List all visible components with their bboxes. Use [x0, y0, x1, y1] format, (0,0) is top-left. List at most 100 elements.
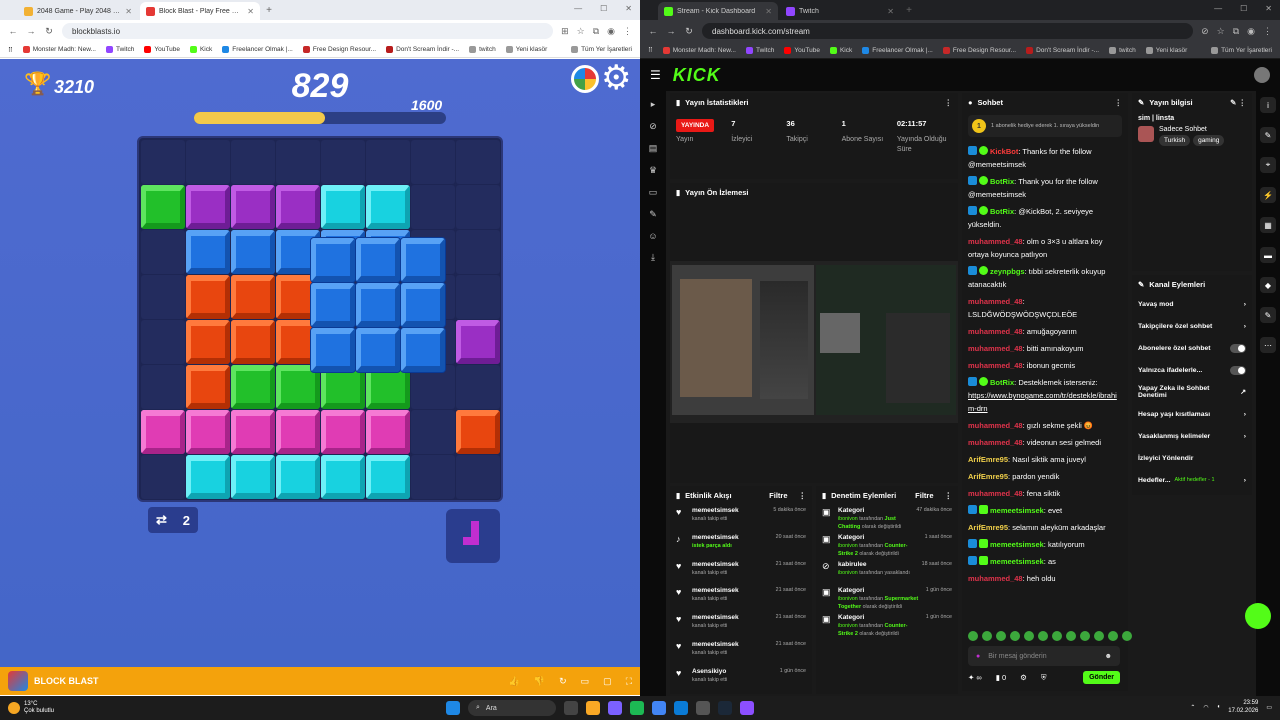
chat-message[interactable]: memeetsimsek: katılıyorum: [968, 538, 1122, 551]
volume-icon[interactable]: ◖: [1217, 704, 1221, 710]
bookmark[interactable]: Monster Madh: New...: [662, 46, 736, 54]
channel-action-item[interactable]: Hesap yaşı kısıtlaması ›: [1132, 403, 1252, 425]
chat-message[interactable]: ArifEmre95: selamın aleyküm arkadaşlar: [968, 521, 1122, 534]
bookmark-folder[interactable]: Yeni klasör: [1145, 46, 1187, 54]
bookmark-folder[interactable]: Yeni klasör: [505, 46, 547, 53]
chat-message[interactable]: muhammed_48: gızlı sekme şekli 😡: [968, 419, 1122, 432]
clipboard-icon[interactable]: ▦: [1260, 217, 1276, 233]
app-icon[interactable]: [696, 701, 710, 715]
chat-message[interactable]: ArifEmre95: pardon yendik: [968, 470, 1122, 483]
channel-action-item[interactable]: Yasaklanmış kelimeler ›: [1132, 425, 1252, 447]
moderation-item[interactable]: ▣ Kategori ibonivon tarafından Counter-Str…: [816, 611, 958, 638]
balance[interactable]: ▮ 0: [996, 673, 1006, 682]
forward-icon[interactable]: →: [26, 26, 36, 36]
link-icon[interactable]: ⊘: [649, 121, 657, 132]
back-icon[interactable]: ←: [648, 26, 658, 36]
more-options-icon[interactable]: ⋮: [945, 491, 953, 500]
kick-logo[interactable]: KICK: [673, 65, 721, 86]
activity-item[interactable]: ♪ memeetsimsek istek parça aldı 20 saat önc…: [670, 531, 812, 558]
emote-icon[interactable]: [1024, 631, 1034, 641]
channel-action-item[interactable]: Takipçilere özel sohbet ›: [1132, 315, 1252, 337]
bookmark[interactable]: Free Design Resour...: [942, 46, 1016, 54]
wallet-icon[interactable]: ▭: [649, 187, 658, 198]
emote-icon[interactable]: [1108, 631, 1118, 641]
chat-username[interactable]: zeynpbgs: [990, 267, 1025, 276]
emote-row[interactable]: [968, 631, 1132, 641]
chat-message[interactable]: KickBot: Thanks for the follow @memeetsi…: [968, 145, 1122, 171]
moderator-icon[interactable]: ⛨: [1041, 673, 1047, 683]
theater-icon[interactable]: ▢: [603, 676, 612, 687]
steam-icon[interactable]: [718, 701, 732, 715]
chat-username[interactable]: ArifEmre95: [968, 455, 1008, 464]
users-icon[interactable]: ☺: [648, 231, 657, 241]
minimize-icon[interactable]: —: [574, 4, 582, 13]
tab-twitch[interactable]: Twitch ✕: [780, 2, 900, 20]
emote-icon[interactable]: [996, 631, 1006, 641]
more-icon[interactable]: ⋯: [1260, 337, 1276, 353]
clock[interactable]: 23:59 17.02.2026: [1228, 699, 1258, 715]
close-tab-icon[interactable]: ✕: [765, 7, 772, 16]
filter-button[interactable]: Filtre: [769, 491, 787, 500]
teams-icon[interactable]: [608, 701, 622, 715]
chat-username[interactable]: BotRix: [990, 177, 1014, 186]
reload-icon[interactable]: ↻: [44, 26, 54, 37]
menu-icon[interactable]: ⋮: [623, 26, 632, 37]
taskbar-search[interactable]: ⌕ Ara: [468, 700, 556, 716]
emote-icon[interactable]: [1066, 631, 1076, 641]
activity-item[interactable]: ♥ memeetsimsek kanalı takip etti 21 saat ön…: [670, 638, 812, 665]
chat-username[interactable]: ArifEmre95: [968, 523, 1008, 532]
all-bookmarks[interactable]: Tüm Yer İşaretleri: [571, 46, 632, 53]
chat-username[interactable]: muhammed_48: [968, 421, 1023, 430]
channel-action-item[interactable]: Abonelere özel sohbet: [1132, 337, 1252, 359]
tab-kick-dashboard[interactable]: Stream - Kick Dashboard ✕: [658, 2, 778, 20]
back-icon[interactable]: ←: [8, 26, 18, 36]
url-field[interactable]: blockblasts.io: [62, 23, 554, 39]
channel-action-item[interactable]: Yavaş mod ›: [1132, 293, 1252, 315]
close-window-icon[interactable]: ✕: [1265, 4, 1272, 13]
more-options-icon[interactable]: ⋮: [1115, 98, 1123, 107]
wifi-icon[interactable]: ◠: [1203, 704, 1208, 711]
emote-icon[interactable]: [1038, 631, 1048, 641]
bookmark[interactable]: Freelancer Olmak |...: [222, 46, 293, 53]
toggle-switch[interactable]: [1230, 343, 1246, 353]
chat-username[interactable]: BotRix: [990, 207, 1014, 216]
maximize-icon[interactable]: ☐: [1240, 4, 1247, 13]
weather-widget[interactable]: 13°C Çok bulutlu: [0, 701, 300, 715]
start-icon[interactable]: [446, 701, 460, 715]
chrome-icon[interactable]: [652, 701, 666, 715]
apps-icon[interactable]: ⠿: [648, 46, 653, 54]
spotify-icon[interactable]: [630, 701, 644, 715]
analytics-icon[interactable]: ▤: [649, 143, 658, 154]
chat-username[interactable]: muhammed_48: [968, 344, 1023, 353]
menu-icon[interactable]: ⋮: [1263, 26, 1272, 37]
chat-message[interactable]: ArifEmre95: Nasıl siktik ama juveyl: [968, 453, 1122, 466]
emote-icon[interactable]: [1080, 631, 1090, 641]
edge-icon[interactable]: [674, 701, 688, 715]
shield-icon[interactable]: ◆: [1260, 277, 1276, 293]
chat-username[interactable]: muhammed_48: [968, 489, 1023, 498]
moderation-item[interactable]: ⊘ kabirulee ibonivon tarafından yasaklandı…: [816, 558, 958, 585]
game-board[interactable]: [137, 136, 503, 502]
eye-off-icon[interactable]: ⊘: [1201, 26, 1209, 37]
chat-input[interactable]: ● Bir mesaj gönderin ☻: [968, 646, 1120, 666]
chat-link[interactable]: https://www.bynogame.com/tr/destekle/ibr…: [968, 391, 1117, 413]
bookmark[interactable]: Don't Scream İndir -...: [386, 46, 459, 53]
activity-item[interactable]: ♥ memeetsimsek kanalı takip etti 5 dakika ö…: [670, 504, 812, 531]
bookmark[interactable]: Kick: [189, 46, 212, 53]
star-icon[interactable]: ☆: [1217, 26, 1225, 37]
chat-username[interactable]: muhammed_48: [968, 237, 1023, 246]
stream-preview-video[interactable]: [670, 261, 958, 423]
activity-list[interactable]: ♥ memeetsimsek kanalı takip etti 5 dakika ö…: [670, 504, 812, 692]
emote-icon[interactable]: [982, 631, 992, 641]
chat-username[interactable]: ArifEmre95: [968, 472, 1008, 481]
chat-message[interactable]: muhammed_48: ibonun gecmis: [968, 359, 1122, 372]
tab-block-blast[interactable]: Block Blast - Play Free Onli... ✕: [140, 2, 260, 20]
bookmark[interactable]: Twitch: [106, 46, 134, 53]
close-tab-icon[interactable]: ✕: [887, 7, 894, 16]
emote-icon[interactable]: [1010, 631, 1020, 641]
activity-item[interactable]: ♥ memeetsimsek kanalı takip etti 21 saat ön…: [670, 584, 812, 611]
emote-icon[interactable]: [968, 631, 978, 641]
theme-palette-icon[interactable]: [571, 65, 599, 93]
moderation-item[interactable]: ▣ Kategori ibonivon tarafından Supermarket…: [816, 584, 958, 611]
bookmark[interactable]: twitch: [1109, 46, 1136, 54]
